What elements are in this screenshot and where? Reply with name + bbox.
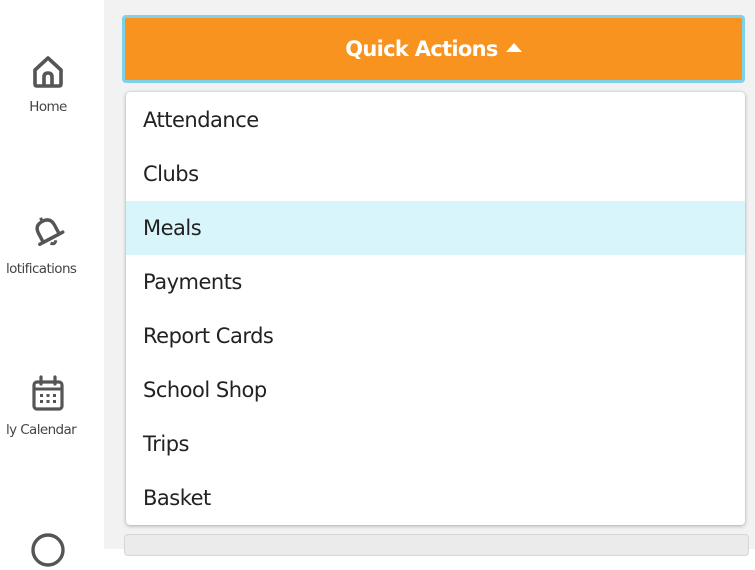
menu-item-basket[interactable]: Basket [126, 471, 745, 525]
quick-actions-button[interactable]: Quick Actions [122, 15, 745, 83]
quick-actions-menu: Attendance Clubs Meals Payments Report C… [126, 92, 745, 525]
circle-icon [31, 533, 65, 567]
caret-up-icon [505, 42, 522, 52]
sidebar-item-label: Home [29, 99, 67, 115]
menu-item-payments[interactable]: Payments [126, 255, 745, 309]
menu-item-attendance[interactable]: Attendance [126, 93, 745, 147]
home-icon [33, 56, 63, 88]
sidebar-item-notifications[interactable]: lotifications [0, 212, 104, 277]
sidebar-item-calendar[interactable]: ly Calendar [0, 373, 104, 438]
sidebar-item-home[interactable]: Home [0, 50, 104, 115]
sidebar-item-more[interactable] [0, 530, 104, 570]
menu-item-clubs[interactable]: Clubs [126, 147, 745, 201]
sidebar: Home lotifications ly Calendar [0, 0, 104, 567]
quick-actions-label: Quick Actions [345, 37, 498, 61]
menu-item-report-cards[interactable]: Report Cards [126, 309, 745, 363]
menu-item-meals[interactable]: Meals [126, 201, 745, 255]
calendar-icon [32, 375, 64, 411]
sidebar-item-label: ly Calendar [6, 422, 77, 438]
menu-item-school-shop[interactable]: School Shop [126, 363, 745, 417]
bell-icon [35, 217, 65, 246]
menu-item-trips[interactable]: Trips [126, 417, 745, 471]
content-card [124, 534, 749, 556]
sidebar-item-label: lotifications [6, 261, 77, 277]
